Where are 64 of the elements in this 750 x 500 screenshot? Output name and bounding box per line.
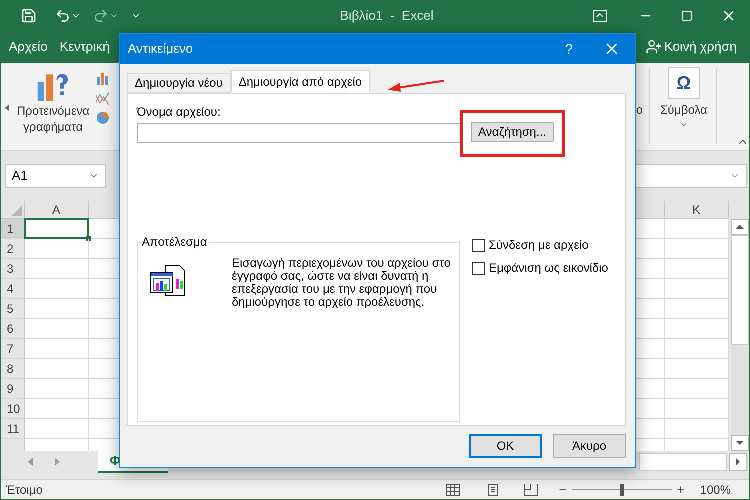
row-header[interactable]: 10: [1, 399, 25, 418]
scroll-right-button[interactable]: [729, 453, 747, 471]
row-header[interactable]: 6: [1, 319, 25, 338]
row-header[interactable]: 7: [1, 339, 25, 358]
ribbon-label[interactable]: Προτεινόμενα: [17, 103, 90, 119]
undo-icon[interactable]: [55, 8, 71, 24]
ribbon-tab[interactable]: Κεντρική: [60, 37, 110, 57]
zoom-level[interactable]: 100%: [700, 480, 731, 498]
vertical-scrollbar[interactable]: [731, 219, 749, 451]
pie-chart-icon[interactable]: [96, 111, 110, 125]
annotation-arrow: [386, 78, 446, 94]
column-header[interactable]: A: [25, 201, 89, 218]
page-break-icon[interactable]: [524, 484, 538, 496]
line-chart-icon[interactable]: [96, 91, 110, 105]
bar-chart-icon[interactable]: [96, 71, 110, 85]
scroll-right-icon[interactable]: [736, 458, 740, 466]
row-header[interactable]: 1: [1, 219, 25, 238]
row-header[interactable]: 2: [1, 239, 25, 258]
checkbox[interactable]: [472, 262, 485, 274]
browse-button[interactable]: Αναζήτηση...: [471, 122, 554, 142]
zoom-in-icon[interactable]: [676, 484, 686, 494]
dialog-button[interactable]: OK: [469, 434, 542, 458]
scroll-down-icon[interactable]: [736, 441, 744, 445]
window-title: Βιβλίο1 - Excel: [340, 7, 434, 26]
tab[interactable]: Δημιουργία νέου: [127, 73, 231, 93]
row-header[interactable]: 11: [1, 419, 25, 438]
ribbon-label[interactable]: Σύμβολα: [660, 101, 708, 119]
caret-icon[interactable]: [680, 121, 688, 129]
field-label: Όνομα αρχείου:: [137, 104, 222, 121]
ribbon-label[interactable]: γραφήματα: [24, 119, 84, 135]
maximize-icon[interactable]: [681, 10, 693, 22]
row-header[interactable]: 9: [1, 379, 25, 398]
symbol-icon[interactable]: Ω: [668, 67, 700, 99]
slider-thumb[interactable]: [620, 484, 624, 496]
column-header[interactable]: K: [665, 201, 729, 218]
horizontal-scrollbar[interactable]: [639, 453, 727, 471]
zoom-slider[interactable]: [572, 484, 672, 496]
ribbon-display-icon[interactable]: [593, 10, 607, 22]
active-cell[interactable]: [24, 218, 89, 239]
help-button[interactable]: ?: [565, 38, 573, 60]
normal-view-icon[interactable]: [446, 484, 460, 496]
person-icon[interactable]: [646, 39, 662, 55]
dialog-title: Αντικείμενο: [128, 40, 194, 58]
tab[interactable]: Δημιουργία από αρχείο: [230, 70, 370, 93]
ribbon-label[interactable]: ο: [636, 101, 643, 150]
page-layout-icon[interactable]: [486, 484, 500, 496]
row-header[interactable]: 4: [1, 279, 25, 298]
checkbox-label[interactable]: Εμφάνιση ως εικονίδιο: [489, 259, 608, 277]
dialog-button[interactable]: Άκυρο: [553, 434, 626, 458]
row-header[interactable]: 3: [1, 259, 25, 278]
share-button[interactable]: Κοινή χρήση: [664, 37, 737, 57]
result-description: Εισαγωγή περιεχομένων του αρχείου στο έγγραφό σας, ώστε να είναι δυνατή η επεξεργασία του με την εφαρμογή που δημιούργησε το αρχείο προέλευσης.: [232, 257, 452, 309]
row-header[interactable]: 8: [1, 359, 25, 378]
status-text: Έτοιμο: [6, 482, 43, 498]
name-box[interactable]: A1: [5, 164, 106, 188]
row-header[interactable]: 5: [1, 299, 25, 318]
checkbox-label[interactable]: Σύνδεση με αρχείο: [489, 236, 589, 254]
scroll-left-icon[interactable]: [5, 105, 9, 111]
file-name-field[interactable]: [137, 123, 462, 143]
scroll-up-icon[interactable]: [736, 225, 744, 229]
ribbon-tab[interactable]: Αρχείο: [9, 37, 48, 57]
save-icon[interactable]: [21, 8, 37, 24]
checkbox[interactable]: [472, 238, 485, 252]
group-title: Αποτέλεσμα: [142, 234, 210, 250]
